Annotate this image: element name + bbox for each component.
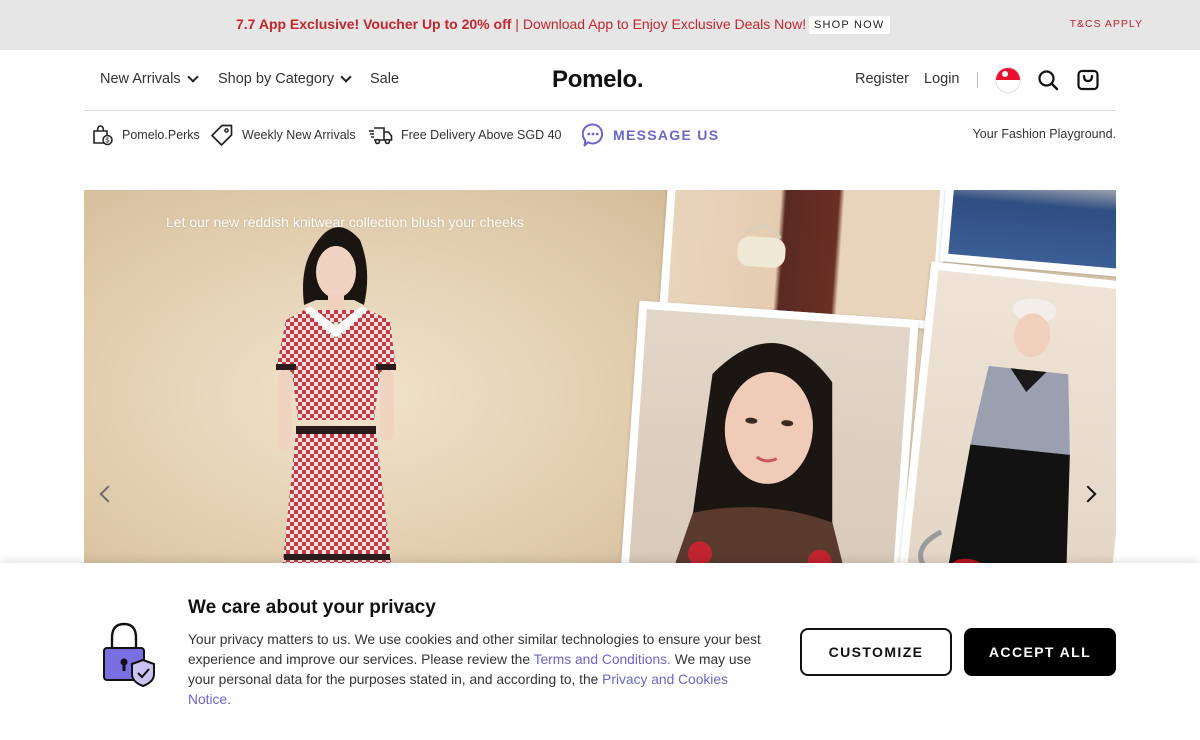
gift-bag-icon: $ (93, 125, 113, 146)
login-link[interactable]: Login (924, 71, 959, 87)
perk-label: Pomelo.Perks (122, 128, 200, 142)
collage-photo-portrait (619, 300, 919, 563)
perk-weekly-new-arrivals[interactable]: Weekly New Arrivals (210, 123, 356, 147)
svg-text:$: $ (106, 138, 110, 145)
cookie-body: Your privacy matters to us. We use cooki… (188, 630, 768, 710)
register-link[interactable]: Register (855, 71, 909, 87)
nav-shop-by-category[interactable]: Shop by Category (218, 71, 352, 87)
hero-caption: Let our new reddish knitwear collection … (166, 214, 524, 230)
nav-new-arrivals-label: New Arrivals (100, 71, 181, 87)
perk-free-delivery[interactable]: Free Delivery Above SGD 40 (369, 123, 562, 147)
price-tag-icon (211, 124, 233, 146)
promo-bar: 7.7 App Exclusive! Voucher Up to 20% off… (0, 0, 1200, 50)
chevron-down-icon (340, 71, 352, 83)
hero-banner[interactable]: Let our new reddish knitwear collection … (84, 190, 1116, 563)
tagline: Your Fashion Playground. (972, 127, 1116, 141)
country-flag-icon[interactable] (996, 68, 1020, 92)
header-divider-line (84, 110, 1116, 111)
terms-and-conditions-link[interactable]: Terms and Conditions. (534, 652, 671, 667)
collage-photo-seated (897, 261, 1116, 563)
message-us-label: MESSAGE US (613, 127, 720, 143)
promo-separator: | (511, 16, 523, 32)
shopping-bag-icon[interactable] (1076, 68, 1100, 92)
nav-shop-by-category-label: Shop by Category (218, 71, 335, 87)
perk-label: Free Delivery Above SGD 40 (401, 128, 562, 142)
site-logo[interactable]: Pomelo. (552, 66, 644, 94)
chat-bubble-icon (582, 123, 604, 147)
nav-sale-label: Sale (370, 71, 400, 87)
cookie-title: We care about your privacy (188, 597, 436, 618)
hero-model-image (276, 227, 396, 563)
search-icon[interactable] (1036, 68, 1060, 92)
customize-button[interactable]: CUSTOMIZE (800, 628, 952, 676)
terms-link[interactable]: T&CS APPLY (1070, 18, 1143, 30)
shop-now-button[interactable]: SHOP NOW (809, 16, 890, 34)
message-us-button[interactable]: MESSAGE US (582, 123, 719, 147)
nav-new-arrivals[interactable]: New Arrivals (100, 71, 199, 87)
privacy-lock-icon (103, 622, 155, 688)
perk-pomelo-perks[interactable]: $ Pomelo.Perks (90, 123, 200, 147)
nav-sale[interactable]: Sale (370, 71, 399, 87)
promo-text[interactable]: 7.7 App Exclusive! Voucher Up to 20% off… (236, 16, 806, 32)
delivery-truck-icon (369, 127, 393, 145)
perk-label: Weekly New Arrivals (242, 128, 356, 142)
header-divider (977, 72, 978, 88)
chevron-down-icon (186, 71, 199, 83)
cookie-consent-banner: We care about your privacy Your privacy … (0, 563, 1200, 740)
accept-all-button[interactable]: ACCEPT ALL (964, 628, 1116, 676)
promo-subtext[interactable]: Download App to Enjoy Exclusive Deals No… (523, 16, 806, 32)
promo-headline[interactable]: 7.7 App Exclusive! Voucher Up to 20% off (236, 16, 511, 32)
